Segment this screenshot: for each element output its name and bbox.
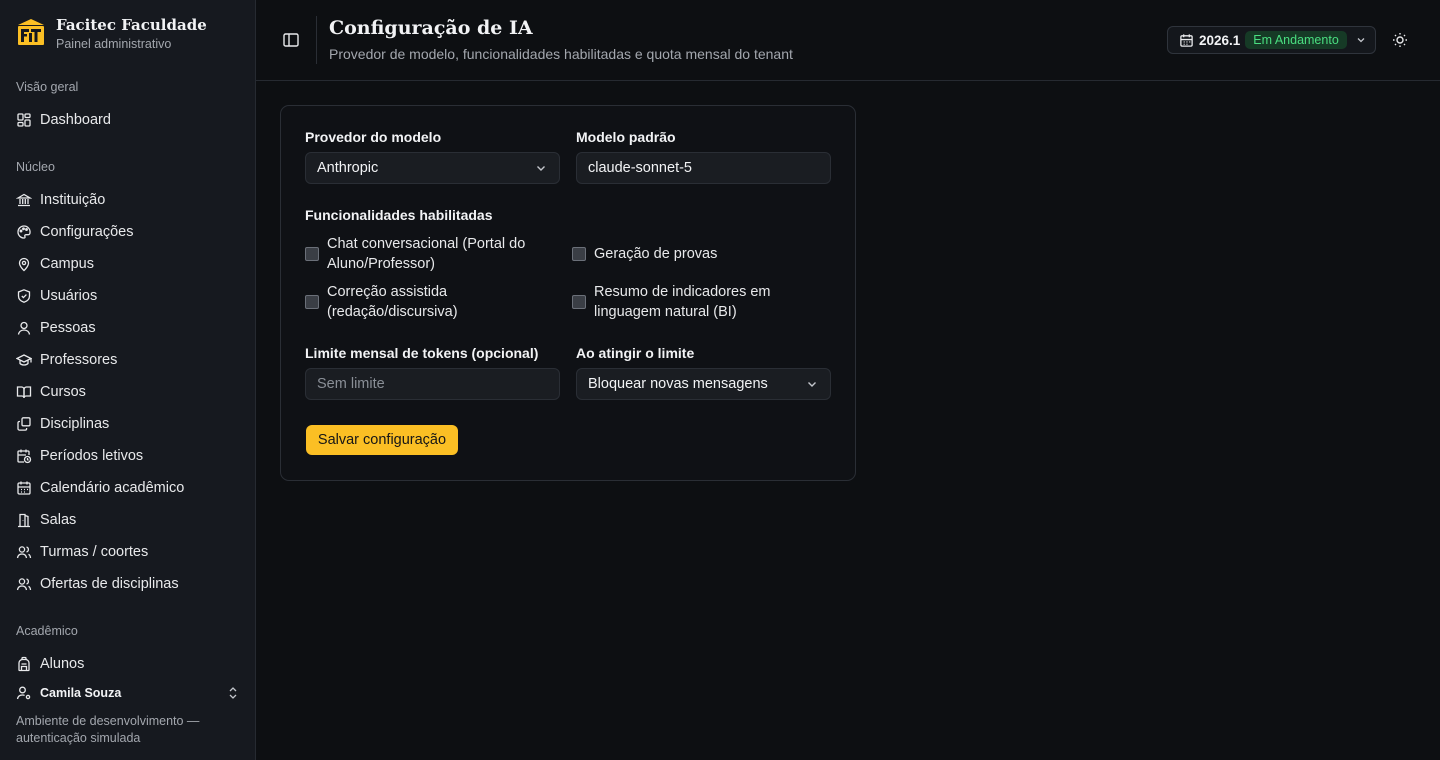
model-input[interactable]: claude-sonnet-5 bbox=[576, 152, 831, 184]
book-open-icon bbox=[16, 386, 32, 399]
sidebar-item-classes[interactable]: Turmas / coortes bbox=[16, 540, 148, 564]
brand[interactable]: Facitec Faculdade Painel administrativo bbox=[16, 16, 207, 53]
feature-exam-generation-checkbox[interactable] bbox=[572, 247, 586, 261]
on-limit-value: Bloquear novas mensagens bbox=[588, 376, 768, 392]
features-label: Funcionalidades habilitadas bbox=[305, 207, 493, 223]
token-limit-label: Limite mensal de tokens (opcional) bbox=[305, 345, 539, 361]
sidebar-item-academic-calendar[interactable]: Calendário acadêmico bbox=[16, 476, 184, 500]
model-label: Modelo padrão bbox=[576, 129, 676, 145]
sidebar-item-label: Turmas / coortes bbox=[40, 544, 149, 560]
sidebar-item-label: Ofertas de disciplinas bbox=[40, 576, 179, 592]
feature-chat-label: Chat conversacional (Portal do Aluno/Pro… bbox=[327, 236, 526, 272]
sidebar-item-courses[interactable]: Cursos bbox=[16, 380, 86, 404]
page-header: Configuração de IA Provedor de modelo, f… bbox=[256, 0, 1440, 81]
nav-section-academic: Acadêmico bbox=[16, 624, 78, 638]
page-title: Configuração de IA bbox=[329, 17, 533, 39]
backpack-icon bbox=[18, 656, 30, 672]
user-name: Camila Souza bbox=[40, 686, 122, 700]
sidebar-item-label: Disciplinas bbox=[40, 416, 110, 432]
calendar-icon bbox=[17, 481, 31, 495]
sidebar-item-label: Configurações bbox=[40, 224, 134, 240]
sidebar-item-label: Instituição bbox=[40, 192, 106, 208]
user-icon bbox=[17, 321, 31, 335]
feature-bi-summary-checkbox[interactable] bbox=[572, 295, 586, 309]
ai-config-card: Provedor do modelo Anthropic Modelo padr… bbox=[280, 105, 856, 481]
provider-value: Anthropic bbox=[317, 160, 379, 176]
feature-bi-summary-label: Resumo de indicadores em linguagem natur… bbox=[594, 284, 771, 320]
sidebar-item-label: Dashboard bbox=[40, 112, 111, 128]
nav-section-core: Núcleo bbox=[16, 160, 55, 174]
sidebar-item-professors[interactable]: Professores bbox=[16, 348, 117, 372]
chevron-down-icon bbox=[1357, 38, 1365, 43]
user-menu[interactable]: Camila Souza bbox=[16, 684, 240, 702]
save-config-button[interactable]: Salvar configuração bbox=[306, 425, 458, 455]
environment-note: Ambiente de desenvolvimento — autenticaç… bbox=[16, 714, 200, 745]
feature-assisted-grading-checkbox-row[interactable]: Correção assistida (redação/discursiva) bbox=[305, 282, 545, 322]
sun-icon[interactable] bbox=[1391, 31, 1409, 49]
users-icon bbox=[16, 546, 32, 559]
feature-assisted-grading-label: Correção assistida (redação/discursiva) bbox=[327, 284, 458, 320]
user-settings-icon bbox=[16, 686, 31, 700]
map-pin-icon bbox=[18, 257, 30, 272]
sidebar-item-settings[interactable]: Configurações bbox=[16, 220, 134, 244]
sidebar-item-label: Professores bbox=[40, 352, 118, 368]
feature-chat-checkbox[interactable] bbox=[305, 247, 319, 261]
feature-exam-generation-label: Geração de provas bbox=[594, 246, 718, 262]
facitec-logo-icon bbox=[18, 19, 44, 45]
provider-select[interactable]: Anthropic bbox=[305, 152, 560, 184]
sidebar: Facitec Faculdade Painel administrativo … bbox=[0, 0, 256, 760]
model-value: claude-sonnet-5 bbox=[588, 160, 692, 176]
calendar-clock-icon bbox=[17, 449, 32, 464]
sidebar-item-rooms[interactable]: Salas bbox=[16, 508, 76, 532]
sidebar-item-students[interactable]: Alunos bbox=[16, 652, 84, 676]
sidebar-item-label: Salas bbox=[40, 512, 77, 528]
brand-subtitle: Painel administrativo bbox=[56, 37, 172, 51]
sidebar-item-label: Alunos bbox=[40, 656, 85, 672]
sidebar-item-label: Usuários bbox=[40, 288, 98, 304]
door-icon bbox=[18, 513, 30, 528]
sidebar-item-dashboard[interactable]: Dashboard bbox=[16, 108, 111, 132]
token-limit-placeholder: Sem limite bbox=[317, 376, 385, 392]
sidebar-item-users[interactable]: Usuários bbox=[16, 284, 97, 308]
feature-chat-checkbox-row[interactable]: Chat conversacional (Portal do Aluno/Pro… bbox=[305, 234, 545, 274]
on-limit-label: Ao atingir o limite bbox=[576, 345, 695, 361]
feature-exam-generation-checkbox-row[interactable]: Geração de provas bbox=[572, 244, 812, 264]
chevron-down-icon bbox=[537, 166, 545, 171]
feature-bi-summary-checkbox-row[interactable]: Resumo de indicadores em linguagem natur… bbox=[572, 282, 812, 322]
header-divider bbox=[316, 16, 317, 64]
graduation-cap-icon bbox=[16, 354, 32, 366]
sidebar-item-people[interactable]: Pessoas bbox=[16, 316, 96, 340]
sidebar-item-label: Cursos bbox=[40, 384, 86, 400]
chevron-down-icon bbox=[808, 382, 816, 387]
nav-section-overview: Visão geral bbox=[16, 80, 79, 94]
academic-period-select[interactable]: 2026.1 Em Andamento bbox=[1167, 26, 1376, 54]
chevrons-up-down-icon bbox=[229, 687, 237, 699]
sidebar-item-label: Campus bbox=[40, 256, 94, 272]
sidebar-item-subject-offers[interactable]: Ofertas de disciplinas bbox=[16, 572, 179, 596]
sidebar-item-label: Calendário acadêmico bbox=[40, 480, 185, 496]
sidebar-item-campus[interactable]: Campus bbox=[16, 252, 94, 276]
copy-icon bbox=[17, 417, 31, 431]
sidebar-toggle-icon[interactable] bbox=[282, 31, 300, 49]
status-badge: Em Andamento bbox=[1245, 31, 1347, 49]
period-value: 2026.1 bbox=[1199, 32, 1241, 48]
palette-icon bbox=[17, 225, 31, 239]
sidebar-item-institution[interactable]: Instituição bbox=[16, 188, 105, 212]
sidebar-item-academic-periods[interactable]: Períodos letivos bbox=[16, 444, 143, 468]
sidebar-item-label: Períodos letivos bbox=[40, 448, 144, 464]
institution-icon bbox=[16, 193, 32, 207]
feature-assisted-grading-checkbox[interactable] bbox=[305, 295, 319, 309]
brand-title: Facitec Faculdade bbox=[56, 16, 207, 34]
grid-icon bbox=[17, 113, 31, 127]
shield-icon bbox=[17, 289, 31, 303]
on-limit-select[interactable]: Bloquear novas mensagens bbox=[576, 368, 831, 400]
sidebar-item-subjects[interactable]: Disciplinas bbox=[16, 412, 109, 436]
calendar-icon bbox=[1180, 33, 1193, 47]
provider-label: Provedor do modelo bbox=[305, 129, 442, 145]
users-icon bbox=[16, 578, 32, 591]
sidebar-item-label: Pessoas bbox=[40, 320, 96, 336]
token-limit-input[interactable]: Sem limite bbox=[305, 368, 560, 400]
page-subtitle: Provedor de modelo, funcionalidades habi… bbox=[329, 46, 793, 62]
